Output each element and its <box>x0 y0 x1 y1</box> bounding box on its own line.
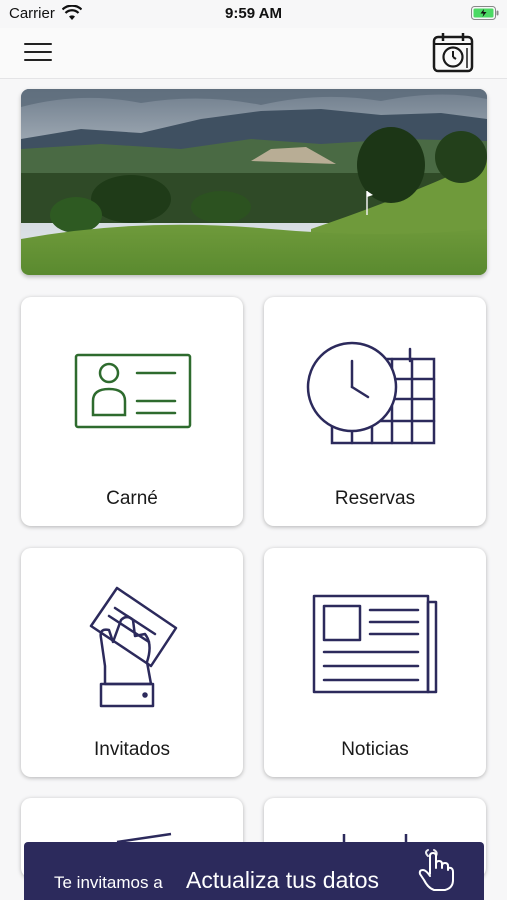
tile-reservas[interactable]: Reservas <box>264 297 486 526</box>
battery-icon <box>471 6 499 20</box>
status-bar: Carrier 9:59 AM <box>0 0 507 28</box>
tile-label-carne: Carné <box>106 488 158 509</box>
update-banner-action: Actualiza tus datos <box>186 867 380 893</box>
tile-invitados[interactable]: Invitados <box>21 548 243 777</box>
tile-label-reservas: Reservas <box>334 488 416 509</box>
tile-label-noticias: Noticias <box>341 739 409 760</box>
update-data-banner[interactable]: Te invitamos a Actualiza tus datos <box>24 842 484 900</box>
tile-carne[interactable]: Carné <box>21 297 243 526</box>
golf-course-banner <box>21 89 487 275</box>
landscape-image <box>21 89 487 275</box>
tile-label-invitados: Invitados <box>93 739 171 760</box>
tile-noticias[interactable]: Noticias <box>264 548 486 777</box>
calendar-clock-icon[interactable] <box>431 32 475 74</box>
hamburger-icon[interactable] <box>24 43 52 63</box>
update-banner-prefix: Te invitamos a <box>54 873 163 892</box>
clock: 9:59 AM <box>225 5 282 22</box>
navigation-bar <box>0 28 507 79</box>
tap-hand-icon <box>418 849 454 891</box>
